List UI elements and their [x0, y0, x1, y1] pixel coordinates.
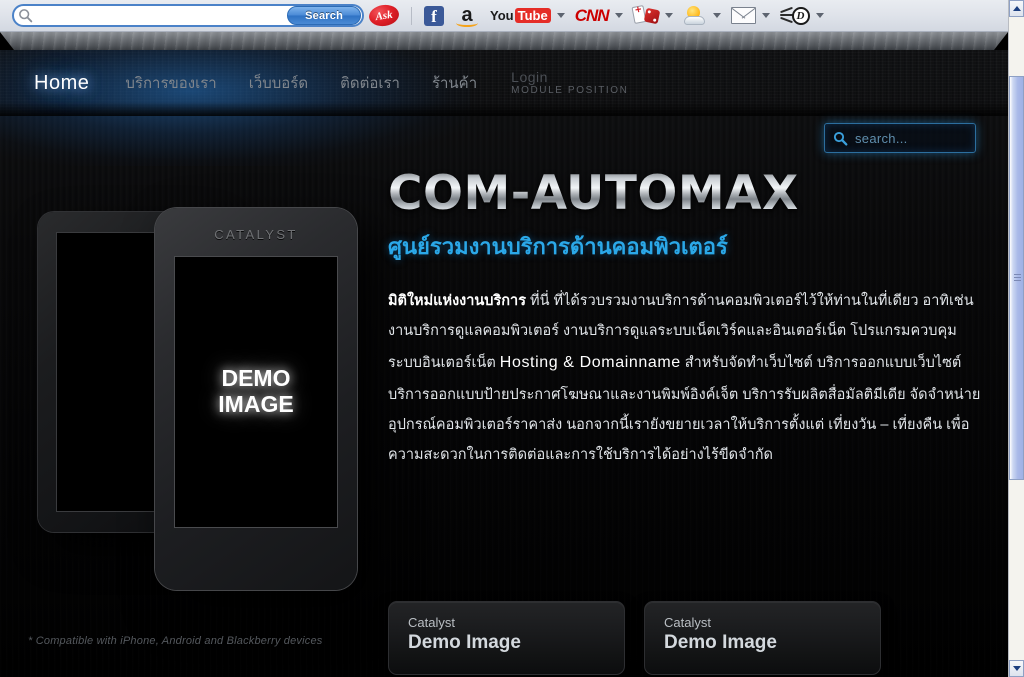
paragraph-highlight: Hosting & Domainname: [499, 354, 681, 372]
demo-box-kicker: Catalyst: [408, 615, 455, 630]
scrollbar-thumb[interactable]: [1009, 76, 1024, 480]
toolbar-item-mail[interactable]: [726, 0, 775, 32]
paragraph-part2: สำหรับจัดทำเว็บไซต์ บริการออกแบบเว็บไซต์…: [388, 355, 981, 463]
metal-banner-strip: [0, 32, 1008, 50]
chevron-up-icon: [1012, 6, 1021, 11]
toolbar-item-games[interactable]: [628, 0, 678, 32]
phone-mockup: CATALYST DEMO IMAGE: [155, 208, 357, 590]
sun-cloud-icon: [683, 5, 707, 26]
screen-root: Search Ask f a You Tube CNN + D Home บริ…: [0, 0, 1024, 677]
nav-module-position[interactable]: Login MODULE POSITION: [511, 69, 628, 97]
module-position-label: MODULE POSITION: [511, 85, 629, 97]
youtube-icon: You Tube: [490, 8, 551, 23]
toolbar-item-amazon[interactable]: a: [449, 0, 485, 32]
demo-box-title: Demo Image: [408, 632, 521, 654]
chevron-down-icon[interactable]: [614, 13, 623, 18]
scrollbar-grip: [1014, 274, 1021, 282]
search-input[interactable]: [36, 6, 288, 25]
nav-item-shop[interactable]: ร้านค้า: [432, 76, 477, 91]
cnn-icon: CNN: [574, 5, 610, 25]
toolbar-item-weather[interactable]: [678, 0, 726, 32]
page-title: COM-AUTOMAX: [388, 170, 988, 217]
compatibility-note: * Compatible with iPhone, Android and Bl…: [28, 635, 323, 647]
chevron-down-icon[interactable]: [815, 13, 824, 18]
nav-item-webboard[interactable]: เว็บบอร์ด: [249, 76, 308, 91]
amazon-icon: a: [454, 5, 480, 27]
chevron-down-icon[interactable]: [761, 13, 770, 18]
toolbar-item-dogpile[interactable]: D: [775, 0, 829, 32]
demo-box-kicker: Catalyst: [664, 615, 711, 630]
toolbar-item-youtube[interactable]: You Tube: [485, 0, 570, 32]
site-navbar: Home บริการของเรา เว็บบอร์ด ติดต่อเรา ร้…: [0, 50, 1008, 166]
phone-brand-label: CATALYST: [214, 227, 298, 242]
search-button[interactable]: Search: [287, 6, 361, 25]
nav-item-home[interactable]: Home: [34, 73, 89, 93]
phone-screen-line2: IMAGE: [218, 391, 294, 417]
scroll-up-button[interactable]: [1009, 0, 1024, 17]
site-search-placeholder: search...: [855, 130, 908, 146]
site-search-box[interactable]: search...: [824, 123, 976, 153]
chevron-down-icon[interactable]: [664, 13, 673, 18]
hero-content: COM-AUTOMAX ศูนย์รวมงานบริการด้านคอมพิวเ…: [388, 170, 988, 470]
phone-screen-text: DEMO IMAGE: [218, 365, 294, 418]
chevron-down-icon[interactable]: [712, 13, 721, 18]
login-label[interactable]: Login: [511, 69, 628, 85]
demo-boxes-row: Catalyst Demo Image Catalyst Demo Image: [388, 601, 881, 675]
vertical-scrollbar[interactable]: [1008, 0, 1024, 677]
page-subtitle: ศูนย์รวมงานบริการด้านคอมพิวเตอร์: [388, 234, 728, 259]
envelope-icon: [730, 7, 756, 24]
nav-item-contact[interactable]: ติดต่อเรา: [340, 76, 400, 91]
search-icon: [833, 131, 848, 146]
scroll-down-button[interactable]: [1009, 660, 1024, 677]
ask-logo-icon: Ask: [367, 3, 401, 28]
toolbar-search-box[interactable]: Search: [12, 4, 364, 27]
paragraph-lead: มิติใหม่แห่งงานบริการ: [388, 293, 526, 309]
toolbar-item-facebook[interactable]: f: [419, 0, 449, 32]
nav-item-services[interactable]: บริการของเรา: [125, 76, 216, 91]
website-viewport: Home บริการของเรา เว็บบอร์ด ติดต่อเรา ร้…: [0, 50, 1008, 677]
phone-screen-line1: DEMO: [221, 365, 291, 392]
chevron-down-icon: [1012, 666, 1021, 671]
cards-dice-icon: [631, 5, 660, 26]
chevron-down-icon[interactable]: [556, 13, 565, 18]
demo-box-title: Demo Image: [664, 632, 777, 654]
search-icon: [14, 6, 36, 25]
toolbar-item-ask[interactable]: Ask: [364, 0, 404, 32]
toolbar-item-cnn[interactable]: CNN: [570, 0, 628, 32]
nav-items: Home บริการของเรา เว็บบอร์ด ติดต่อเรา ร้…: [34, 50, 629, 116]
phone-screen: DEMO IMAGE: [174, 256, 338, 528]
demo-box-1[interactable]: Catalyst Demo Image: [388, 601, 625, 675]
demo-box-2[interactable]: Catalyst Demo Image: [644, 601, 881, 675]
facebook-icon: f: [424, 5, 444, 26]
hero-paragraph: มิติใหม่แห่งงานบริการ ที่นี่ ที่ได้รวบรว…: [388, 286, 988, 470]
browser-toolbar: Search Ask f a You Tube CNN + D: [0, 0, 1008, 32]
toolbar-separator: [411, 6, 412, 25]
dogpile-d-icon: D: [779, 5, 810, 27]
